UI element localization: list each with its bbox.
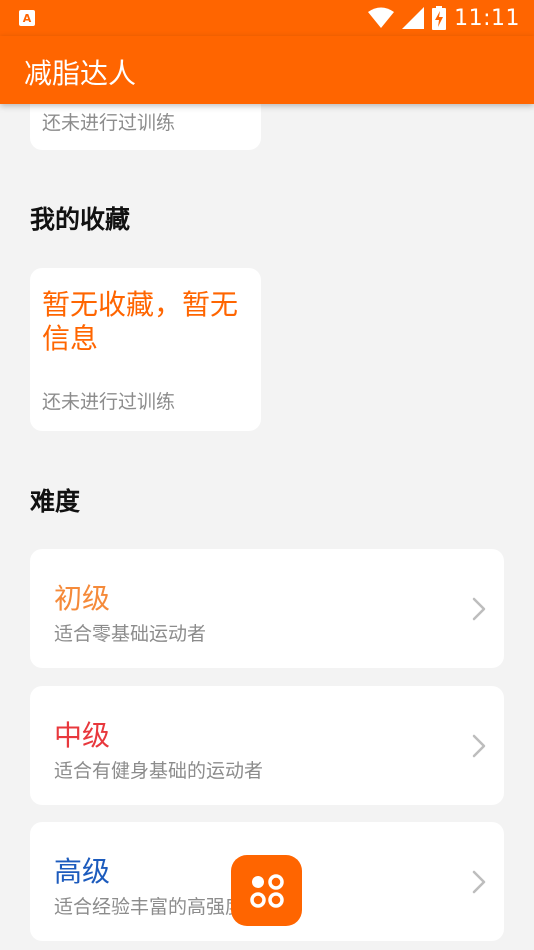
level-card-beginner[interactable]: 初级 适合零基础运动者 — [30, 549, 504, 668]
notification-app-icon: A — [19, 10, 35, 26]
level-desc: 适合零基础运动者 — [54, 623, 207, 645]
status-icons: 11:11 — [368, 5, 520, 31]
favorites-section-title: 我的收藏 — [30, 205, 131, 234]
svg-text:A: A — [23, 12, 32, 25]
level-name: 高级 — [54, 855, 111, 888]
battery-charging-icon — [432, 6, 447, 30]
chevron-right-icon — [472, 734, 486, 758]
favorites-card[interactable]: 暂无收藏，暂无信息 还未进行过训练 — [30, 268, 261, 431]
favorites-card-title: 暂无收藏，暂无信息 — [42, 288, 239, 355]
history-card[interactable]: 还未进行过训练 — [30, 104, 261, 150]
app-title: 减脂达人 — [24, 57, 137, 90]
level-desc: 适合有健身基础的运动者 — [54, 760, 264, 782]
history-card-subtitle: 还未进行过训练 — [42, 112, 176, 134]
status-time: 11:11 — [454, 5, 520, 31]
main-content[interactable]: 还未进行过训练 我的收藏 暂无收藏，暂无信息 还未进行过训练 难度 初级 适合零… — [0, 104, 534, 950]
menu-fab-button[interactable] — [231, 855, 302, 926]
signal-icon — [402, 7, 425, 29]
status-bar: A 11:11 — [0, 0, 534, 36]
grid-dots-icon — [249, 873, 284, 908]
chevron-right-icon — [472, 597, 486, 621]
chevron-right-icon — [472, 870, 486, 894]
level-card-intermediate[interactable]: 中级 适合有健身基础的运动者 — [30, 686, 504, 805]
wifi-icon — [368, 7, 395, 28]
favorites-card-subtitle: 还未进行过训练 — [42, 391, 176, 413]
difficulty-section-title: 难度 — [30, 487, 81, 516]
level-name: 中级 — [54, 719, 111, 752]
app-bar: 减脂达人 — [0, 36, 534, 104]
level-name: 初级 — [54, 582, 111, 615]
